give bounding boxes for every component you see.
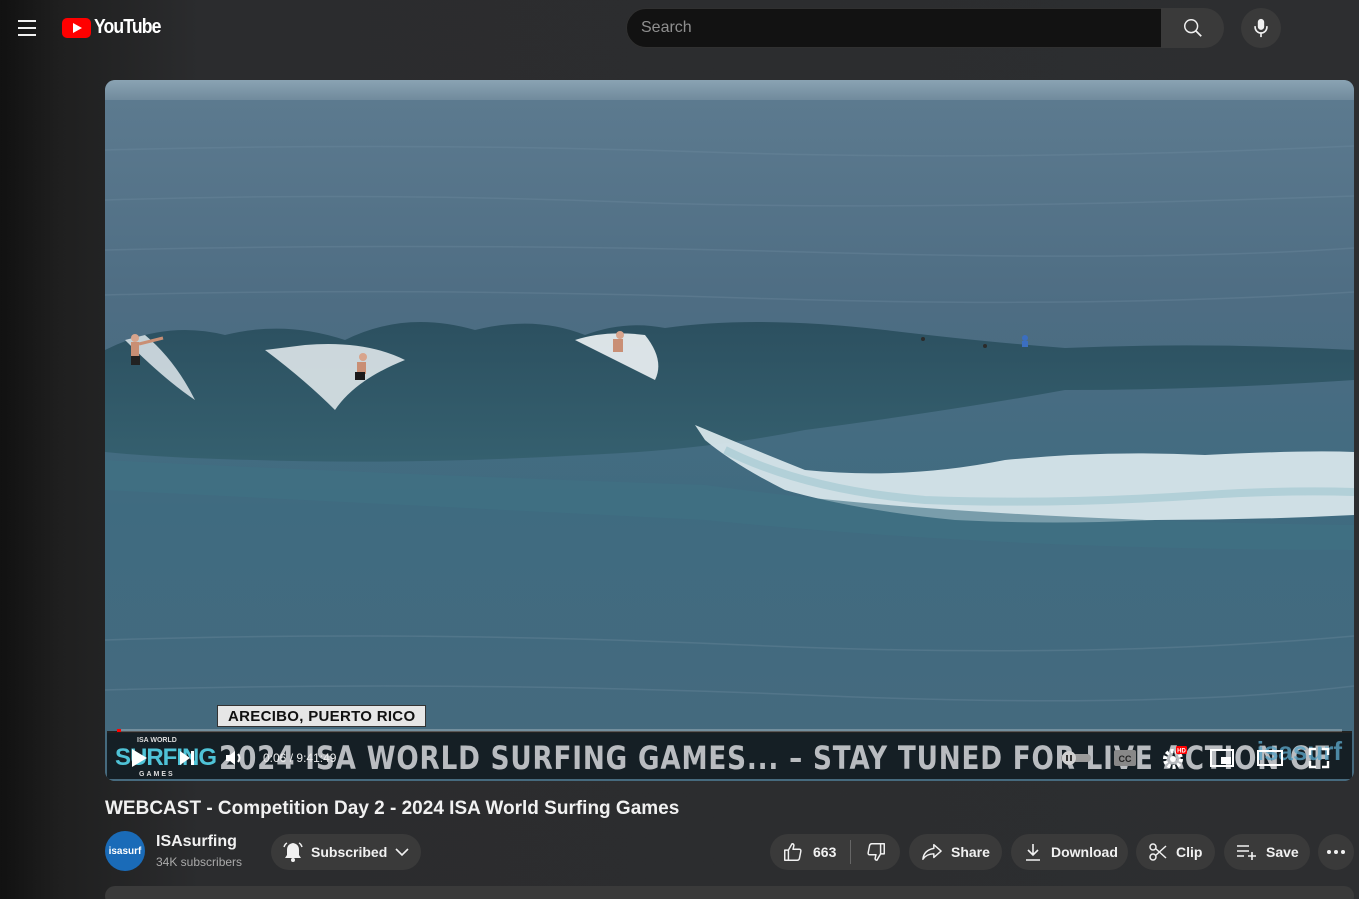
dislike-button[interactable] xyxy=(851,834,900,870)
channel-avatar[interactable]: isasurf xyxy=(105,831,145,871)
play-icon xyxy=(132,749,147,767)
theater-mode-button[interactable] xyxy=(1256,745,1284,771)
video-title: WEBCAST - Competition Day 2 - 2024 ISA W… xyxy=(105,798,680,819)
current-time: 0:06 xyxy=(263,751,287,765)
search-icon xyxy=(1183,19,1202,37)
search-box[interactable] xyxy=(626,8,1162,48)
like-button[interactable]: 663 xyxy=(770,834,850,870)
voice-search-button[interactable] xyxy=(1241,8,1281,48)
progress-fill xyxy=(117,729,121,732)
scissors-icon xyxy=(1149,843,1167,861)
masthead: YouTube xyxy=(0,0,1359,56)
download-icon xyxy=(1026,844,1040,861)
miniplayer-icon xyxy=(1210,749,1234,767)
save-label: Save xyxy=(1266,844,1299,860)
location-caption: ARECIBO, PUERTO RICO xyxy=(217,705,427,727)
next-button[interactable] xyxy=(173,745,201,771)
share-button[interactable]: Share xyxy=(909,834,1002,870)
gear-icon: HD xyxy=(1163,746,1187,769)
subscribed-label: Subscribed xyxy=(311,844,388,860)
subscribed-button[interactable]: Subscribed xyxy=(271,834,421,870)
chevron-down-icon xyxy=(395,848,409,857)
play-button[interactable] xyxy=(125,745,153,771)
autoplay-toggle[interactable] xyxy=(1058,745,1094,771)
player-controls: 0:06 / 9:41:49 CC HD xyxy=(105,736,1354,780)
channel-name[interactable]: ISAsurfing xyxy=(156,833,237,851)
search-button[interactable] xyxy=(1161,8,1224,48)
mute-button[interactable] xyxy=(221,745,249,771)
thumbs-down-icon xyxy=(866,843,885,861)
more-horiz-icon xyxy=(1327,850,1345,854)
video-frame[interactable] xyxy=(105,80,1354,781)
fullscreen-icon xyxy=(1308,747,1330,769)
logo-text: YouTube xyxy=(94,16,161,38)
search-input[interactable] xyxy=(641,19,1147,37)
share-label: Share xyxy=(951,844,990,860)
video-player[interactable]: ARECIBO, PUERTO RICO ISA WORLD SURFING G… xyxy=(105,80,1354,781)
autoplay-toggle-icon xyxy=(1061,751,1091,765)
time-display: 0:06 / 9:41:49 xyxy=(263,751,336,765)
hd-badge: HD xyxy=(1177,749,1186,755)
progress-bar[interactable] xyxy=(117,729,1342,732)
like-dislike-group: 663 xyxy=(770,834,900,870)
svg-text:CC: CC xyxy=(1119,754,1132,764)
settings-button[interactable]: HD xyxy=(1160,745,1188,771)
more-actions-button[interactable] xyxy=(1318,834,1354,870)
volume-icon xyxy=(226,751,241,765)
avatar-text: isasurf xyxy=(108,845,142,857)
save-button[interactable]: Save xyxy=(1224,834,1310,870)
menu-icon[interactable] xyxy=(14,14,42,42)
youtube-logo-icon xyxy=(62,17,91,38)
download-label: Download xyxy=(1051,844,1118,860)
mic-icon xyxy=(1254,18,1268,38)
youtube-logo[interactable]: YouTube xyxy=(62,16,170,39)
time-separator: / xyxy=(289,751,294,765)
theater-icon xyxy=(1257,750,1283,766)
playlist-add-icon xyxy=(1237,845,1256,860)
fullscreen-button[interactable] xyxy=(1305,745,1333,771)
subtitles-button[interactable]: CC xyxy=(1111,745,1139,771)
share-icon xyxy=(922,844,942,860)
cc-icon: CC xyxy=(1114,750,1136,766)
download-button[interactable]: Download xyxy=(1011,834,1128,870)
duration: 9:41:49 xyxy=(296,751,337,765)
like-count: 663 xyxy=(813,844,837,860)
description-box[interactable] xyxy=(105,886,1354,899)
miniplayer-button[interactable] xyxy=(1208,745,1236,771)
bell-icon xyxy=(283,842,303,862)
next-icon xyxy=(180,751,194,765)
subscriber-count: 34K subscribers xyxy=(156,855,243,869)
thumbs-up-icon xyxy=(784,843,802,861)
clip-label: Clip xyxy=(1176,844,1203,860)
clip-button[interactable]: Clip xyxy=(1136,834,1215,870)
